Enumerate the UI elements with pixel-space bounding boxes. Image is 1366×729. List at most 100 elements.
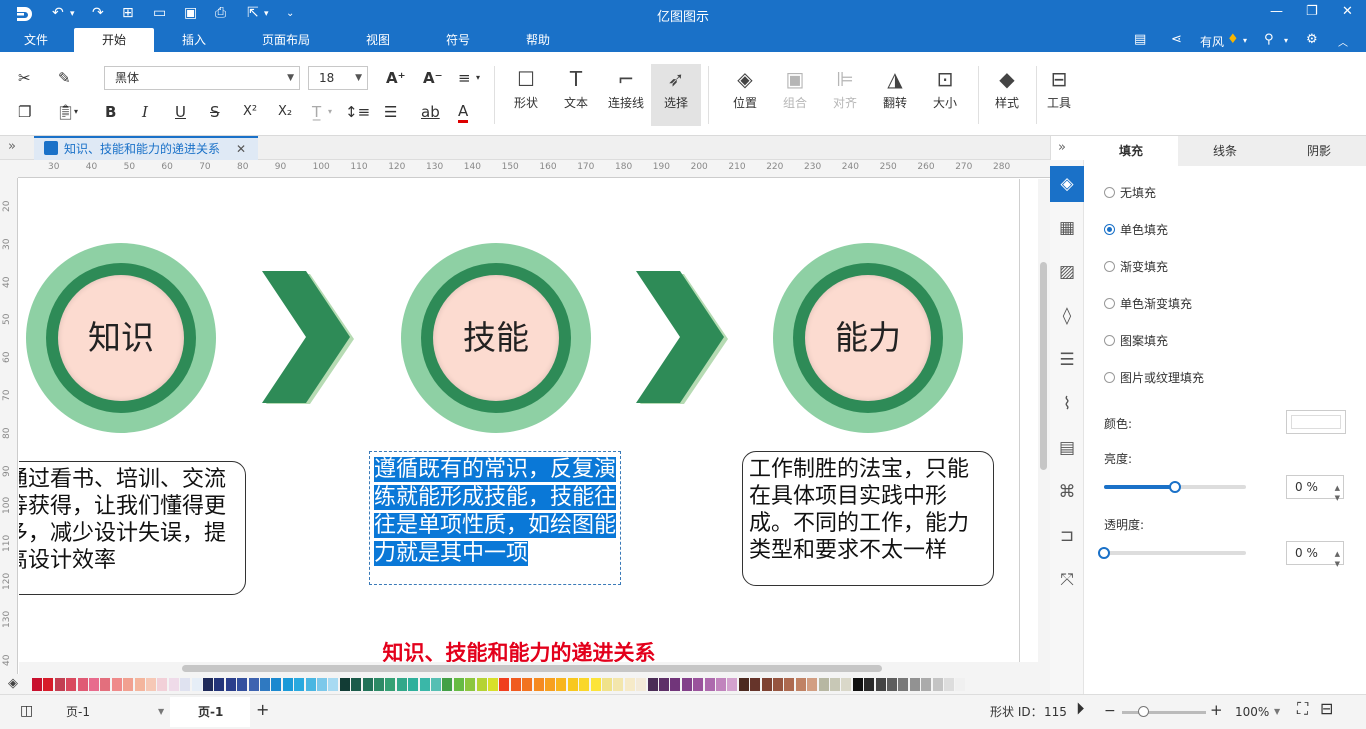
align-dropdown-icon[interactable]: ▾ — [476, 68, 480, 88]
color-swatch[interactable] — [738, 678, 749, 691]
page-tab[interactable]: 页-1 — [198, 704, 223, 720]
color-swatch[interactable] — [704, 678, 715, 691]
color-swatch[interactable] — [761, 678, 772, 691]
diagram-title[interactable]: 知识、技能和能力的递进关系 — [19, 637, 1019, 662]
node-skill[interactable]: 技能 — [401, 243, 591, 433]
fill-option-none[interactable]: 无填充 — [1104, 186, 1156, 200]
transparency-input[interactable]: 0 % ▲ ▼ — [1286, 541, 1344, 568]
zoom-dropdown-icon[interactable]: ▼ — [1274, 704, 1280, 720]
color-swatch[interactable] — [282, 678, 293, 691]
color-swatch[interactable] — [909, 678, 920, 691]
zoom-in-icon[interactable]: + — [1210, 702, 1223, 718]
color-swatch[interactable] — [921, 678, 932, 691]
color-swatch[interactable] — [864, 678, 875, 691]
fill-panel-icon[interactable]: ◈ — [1050, 166, 1084, 202]
zoom-level[interactable]: 100% — [1235, 704, 1269, 720]
list-icon[interactable]: ☰ — [384, 102, 397, 122]
text-box-ability[interactable]: 工作制胜的法宝，只能在具体项目实践中形成。不同的工作，能力类型和要求不太一样 — [742, 451, 994, 586]
color-swatch[interactable] — [659, 678, 669, 691]
color-swatch[interactable] — [66, 678, 77, 691]
settings-gear-icon[interactable]: ⚙ — [1306, 32, 1318, 47]
color-swatch[interactable] — [465, 678, 476, 691]
chart-icon[interactable]: ⌇ — [1050, 386, 1084, 422]
superscript-icon[interactable]: X² — [243, 102, 257, 122]
text-align-icon[interactable]: ≡ — [458, 68, 471, 88]
font-size-select[interactable]: 18 ▼ — [308, 66, 368, 90]
color-swatch[interactable] — [203, 678, 213, 691]
page-select-dropdown-icon[interactable]: ▼ — [158, 704, 164, 720]
tab-fill[interactable]: 填充 — [1084, 136, 1178, 166]
style-button[interactable]: ◆ 样式 — [982, 66, 1032, 111]
grow-font-icon[interactable]: A⁺ — [386, 68, 406, 88]
color-swatch[interactable] — [488, 678, 498, 691]
color-swatch[interactable] — [647, 678, 658, 691]
spin-down-icon[interactable]: ▼ — [1335, 553, 1340, 575]
color-swatch[interactable] — [636, 678, 647, 691]
text-button[interactable]: T 文本 — [551, 66, 601, 111]
color-swatch[interactable] — [317, 678, 327, 691]
color-swatch[interactable] — [168, 678, 179, 691]
fill-option-gradient[interactable]: 渐变填充 — [1104, 260, 1168, 274]
color-swatch[interactable] — [419, 678, 430, 691]
bold-icon[interactable]: B — [105, 102, 116, 122]
color-swatch[interactable] — [624, 678, 635, 691]
color-swatch[interactable] — [305, 678, 316, 691]
menu-home[interactable]: 开始 — [74, 28, 154, 52]
fill-option-picture[interactable]: 图片或纹理填充 — [1104, 371, 1204, 385]
color-swatch[interactable] — [784, 678, 795, 691]
color-swatch[interactable] — [54, 678, 65, 691]
color-swatch[interactable] — [944, 678, 954, 691]
color-swatch[interactable] — [180, 678, 191, 691]
color-swatch[interactable] — [727, 678, 738, 691]
table-icon[interactable]: ▤ — [1050, 430, 1084, 466]
color-swatch[interactable] — [157, 678, 168, 691]
color-swatch[interactable] — [499, 678, 510, 691]
color-swatch[interactable] — [77, 678, 88, 691]
color-swatch[interactable] — [670, 678, 681, 691]
menu-help[interactable]: 帮助 — [512, 28, 564, 52]
play-icon[interactable]: ⏵ — [1076, 701, 1085, 718]
collapse-ribbon-icon[interactable]: ︿ — [1338, 34, 1348, 49]
fill-option-single-gradient[interactable]: 单色渐变填充 — [1104, 297, 1192, 311]
zoom-slider[interactable] — [1122, 711, 1206, 714]
color-swatch[interactable] — [442, 678, 453, 691]
document-tab[interactable]: 知识、技能和能力的递进关系 ✕ — [34, 136, 258, 160]
select-button[interactable]: ➶ 选择 — [651, 64, 701, 126]
color-swatch[interactable] — [214, 678, 225, 691]
color-swatch[interactable] — [898, 678, 909, 691]
brightness-input[interactable]: 0 % ▲ ▼ — [1286, 475, 1344, 502]
brightness-slider[interactable] — [1104, 481, 1246, 493]
color-swatch[interactable] — [841, 678, 852, 691]
vertical-scroll-thumb[interactable] — [1040, 262, 1047, 470]
color-swatch[interactable] — [773, 678, 783, 691]
comment-icon[interactable]: ▤ — [1134, 32, 1146, 47]
color-swatch[interactable] — [955, 678, 966, 691]
fit-page-icon[interactable]: ⛶ — [1297, 701, 1308, 717]
color-swatch[interactable] — [32, 678, 42, 691]
menu-file[interactable]: 文件 — [10, 28, 62, 52]
arrow-chevron-1[interactable] — [262, 269, 354, 409]
color-swatch[interactable] — [134, 678, 145, 691]
color-swatch[interactable] — [385, 678, 396, 691]
color-swatch[interactable] — [146, 678, 156, 691]
line-spacing-icon[interactable]: ↕≡ — [345, 102, 370, 122]
color-swatch[interactable] — [294, 678, 305, 691]
spin-down-icon[interactable]: ▼ — [1335, 487, 1340, 509]
collapse-panel-icon[interactable]: » — [1058, 140, 1066, 155]
color-swatch[interactable] — [932, 678, 943, 691]
close-icon[interactable]: ✕ — [1342, 4, 1353, 19]
page-properties-icon[interactable]: ☰ — [1050, 342, 1084, 378]
brightness-knob[interactable] — [1169, 481, 1181, 493]
color-picker[interactable] — [1286, 410, 1346, 434]
selected-text[interactable]: 遵循既有的常识，反复演练就能形成技能，技能往往是单项性质，如绘图能力就是其中一项 — [374, 457, 617, 566]
color-swatch[interactable] — [431, 678, 441, 691]
underline-icon[interactable]: U — [175, 102, 186, 122]
text-box-knowledge[interactable]: 通过看书、培训、交流 等获得，让我们懂得更 多，减少设计失误，提 高设计效率 — [19, 461, 246, 595]
shrink-font-icon[interactable]: A⁻ — [423, 68, 443, 88]
color-swatch[interactable] — [396, 678, 407, 691]
color-swatch[interactable] — [248, 678, 259, 691]
color-swatch[interactable] — [887, 678, 897, 691]
close-tab-icon[interactable]: ✕ — [236, 138, 246, 160]
color-swatch[interactable] — [328, 678, 339, 691]
menu-insert[interactable]: 插入 — [166, 28, 222, 52]
